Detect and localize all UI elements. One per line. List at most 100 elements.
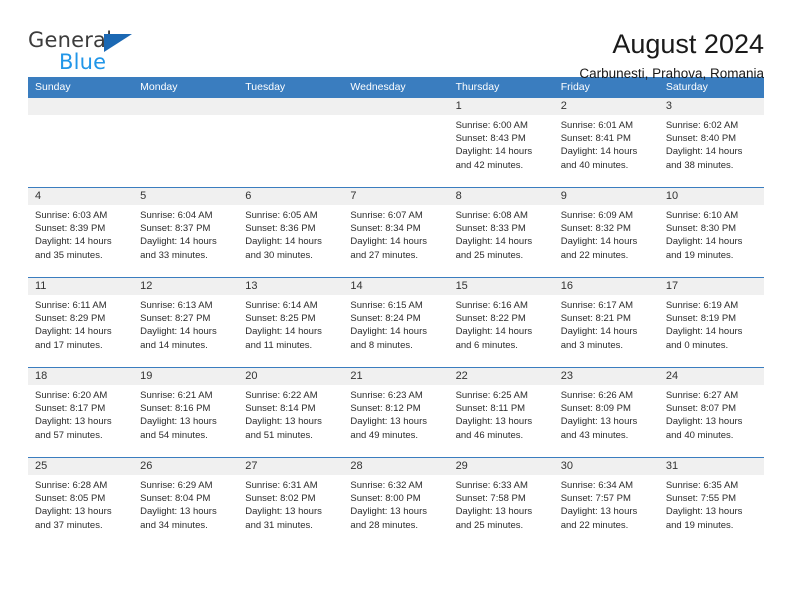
- daylight-text-line1: Daylight: 13 hours: [350, 416, 427, 428]
- day-cell[interactable]: 20 Sunrise: 6:22 AM Sunset: 8:14 PM Dayligh…: [238, 368, 344, 457]
- sunset-text: Sunset: 8:04 PM: [140, 493, 211, 505]
- day-cell[interactable]: 13 Sunrise: 6:14 AM Sunset: 8:25 PM Dayligh…: [238, 278, 344, 367]
- day-cell[interactable]: 27 Sunrise: 6:31 AM Sunset: 8:02 PM Dayligh…: [238, 458, 344, 547]
- day-cell[interactable]: 4 Sunrise: 6:03 AM Sunset: 8:39 PM Daylight…: [28, 188, 134, 277]
- day-number: [343, 98, 449, 115]
- day-number: 17: [658, 278, 764, 295]
- daylight-text-line2: and 43 minutes.: [560, 429, 629, 441]
- day-number: 3: [658, 98, 764, 115]
- page-title: August 2024: [612, 29, 764, 59]
- sunrise-text: Sunrise: 6:23 AM: [350, 390, 423, 401]
- sunset-text: Sunset: 8:30 PM: [665, 223, 737, 235]
- day-cell[interactable]: 31 Sunrise: 6:35 AM Sunset: 7:55 PM Dayligh…: [658, 458, 764, 547]
- sunset-text: Sunset: 8:29 PM: [35, 313, 106, 325]
- day-cell[interactable]: 18 Sunrise: 6:20 AM Sunset: 8:17 PM Dayligh…: [28, 368, 134, 457]
- day-cell[interactable]: 29 Sunrise: 6:33 AM Sunset: 7:58 PM Dayligh…: [448, 458, 554, 547]
- daylight-text-line2: and 19 minutes.: [665, 519, 734, 531]
- daylight-text-line2: and 51 minutes.: [245, 429, 313, 441]
- day-details: Sunrise: 6:05 AM Sunset: 8:36 PM Daylight:…: [238, 205, 343, 262]
- sunrise-text: Sunrise: 6:33 AM: [455, 480, 528, 491]
- sunset-text: Sunset: 8:05 PM: [35, 493, 106, 505]
- sunrise-text: Sunrise: 6:29 AM: [140, 480, 213, 491]
- day-cell[interactable]: 11 Sunrise: 6:11 AM Sunset: 8:29 PM Dayligh…: [28, 278, 134, 367]
- day-cell[interactable]: 3 Sunrise: 6:02 AM Sunset: 8:40 PM Daylight…: [658, 98, 764, 187]
- day-number: 7: [343, 188, 449, 205]
- day-cell[interactable]: 19 Sunrise: 6:21 AM Sunset: 8:16 PM Dayligh…: [133, 368, 239, 457]
- day-cell[interactable]: 21 Sunrise: 6:23 AM Sunset: 8:12 PM Dayligh…: [343, 368, 449, 457]
- daylight-text-line1: Daylight: 13 hours: [665, 416, 743, 428]
- day-number: [133, 98, 239, 115]
- sunrise-text: Sunrise: 6:07 AM: [350, 210, 423, 221]
- day-cell[interactable]: 12 Sunrise: 6:13 AM Sunset: 8:27 PM Dayligh…: [133, 278, 239, 367]
- day-cell[interactable]: 15 Sunrise: 6:16 AM Sunset: 8:22 PM Dayligh…: [448, 278, 554, 367]
- day-details: Sunrise: 6:02 AM Sunset: 8:40 PM Daylight:…: [659, 115, 764, 172]
- daylight-text-line2: and 37 minutes.: [35, 519, 103, 531]
- sunrise-text: Sunrise: 6:05 AM: [245, 210, 318, 221]
- day-cell[interactable]: 14 Sunrise: 6:15 AM Sunset: 8:24 PM Dayligh…: [343, 278, 449, 367]
- day-details: Sunrise: 6:31 AM Sunset: 8:02 PM Daylight:…: [238, 475, 343, 532]
- weekday-header-wednesday: Wednesday: [350, 81, 406, 93]
- daylight-text-line2: and 11 minutes.: [245, 339, 313, 351]
- day-cell[interactable]: 6 Sunrise: 6:05 AM Sunset: 8:36 PM Daylight…: [238, 188, 344, 277]
- daylight-text-line1: Daylight: 13 hours: [560, 416, 638, 428]
- day-cell[interactable]: 5 Sunrise: 6:04 AM Sunset: 8:37 PM Daylight…: [133, 188, 239, 277]
- sunrise-text: Sunrise: 6:32 AM: [350, 480, 423, 491]
- day-details: Sunrise: 6:33 AM Sunset: 7:58 PM Daylight:…: [449, 475, 554, 532]
- day-cell-empty: [343, 98, 449, 187]
- daylight-text-line2: and 40 minutes.: [665, 429, 734, 441]
- day-cell[interactable]: 17 Sunrise: 6:19 AM Sunset: 8:19 PM Dayligh…: [658, 278, 764, 367]
- day-details: Sunrise: 6:34 AM Sunset: 7:57 PM Daylight:…: [554, 475, 659, 532]
- sunrise-text: Sunrise: 6:11 AM: [35, 300, 107, 311]
- sunrise-text: Sunrise: 6:20 AM: [35, 390, 108, 401]
- sunset-text: Sunset: 8:02 PM: [245, 493, 316, 505]
- day-number: 29: [448, 458, 554, 475]
- day-number: 22: [448, 368, 554, 385]
- daylight-text-line2: and 38 minutes.: [665, 159, 734, 171]
- sunset-text: Sunset: 8:12 PM: [350, 403, 421, 415]
- daylight-text-line1: Daylight: 13 hours: [140, 506, 217, 518]
- sunrise-text: Sunrise: 6:25 AM: [455, 390, 528, 401]
- general-blue-logo[interactable]: General Blue: [28, 28, 148, 78]
- day-cell[interactable]: 2 Sunrise: 6:01 AM Sunset: 8:41 PM Daylight…: [553, 98, 659, 187]
- day-cell[interactable]: 22 Sunrise: 6:25 AM Sunset: 8:11 PM Dayligh…: [448, 368, 554, 457]
- day-cell[interactable]: 9 Sunrise: 6:09 AM Sunset: 8:32 PM Daylight…: [553, 188, 659, 277]
- daylight-text-line2: and 42 minutes.: [455, 159, 524, 171]
- day-cell[interactable]: 26 Sunrise: 6:29 AM Sunset: 8:04 PM Dayligh…: [133, 458, 239, 547]
- day-cell[interactable]: 10 Sunrise: 6:10 AM Sunset: 8:30 PM Dayligh…: [658, 188, 764, 277]
- day-number: 30: [553, 458, 659, 475]
- day-cell[interactable]: 8 Sunrise: 6:08 AM Sunset: 8:33 PM Daylight…: [448, 188, 554, 277]
- sunrise-text: Sunrise: 6:09 AM: [560, 210, 634, 221]
- calendar-weeks: 1 Sunrise: 6:00 AM Sunset: 8:43 PM Daylight…: [28, 98, 764, 547]
- day-cell[interactable]: 30 Sunrise: 6:34 AM Sunset: 7:57 PM Dayligh…: [553, 458, 659, 547]
- calendar-week-row: 11 Sunrise: 6:11 AM Sunset: 8:29 PM Dayligh…: [28, 277, 764, 367]
- day-cell[interactable]: 16 Sunrise: 6:17 AM Sunset: 8:21 PM Dayligh…: [553, 278, 659, 367]
- day-number: 14: [343, 278, 449, 295]
- day-cell[interactable]: 7 Sunrise: 6:07 AM Sunset: 8:34 PM Daylight…: [343, 188, 449, 277]
- day-number: 4: [28, 188, 134, 205]
- day-cell[interactable]: 25 Sunrise: 6:28 AM Sunset: 8:05 PM Dayligh…: [28, 458, 134, 547]
- day-cell[interactable]: 24 Sunrise: 6:27 AM Sunset: 8:07 PM Dayligh…: [658, 368, 764, 457]
- sunrise-text: Sunrise: 6:28 AM: [35, 480, 108, 491]
- sunrise-text: Sunrise: 6:14 AM: [245, 300, 318, 311]
- daylight-text-line2: and 25 minutes.: [455, 249, 524, 261]
- daylight-text-line1: Daylight: 14 hours: [245, 236, 322, 248]
- daylight-text-line2: and 14 minutes.: [140, 339, 208, 351]
- sunset-text: Sunset: 7:55 PM: [665, 493, 737, 505]
- sunset-text: Sunset: 8:14 PM: [245, 403, 316, 415]
- day-cell[interactable]: 28 Sunrise: 6:32 AM Sunset: 8:00 PM Dayligh…: [343, 458, 449, 547]
- sunrise-text: Sunrise: 6:02 AM: [665, 120, 739, 131]
- day-cell[interactable]: 23 Sunrise: 6:26 AM Sunset: 8:09 PM Dayligh…: [553, 368, 659, 457]
- day-number: 19: [133, 368, 239, 385]
- day-details: Sunrise: 6:28 AM Sunset: 8:05 PM Daylight:…: [28, 475, 133, 532]
- day-number: 20: [238, 368, 344, 385]
- daylight-text-line1: Daylight: 14 hours: [350, 326, 427, 338]
- daylight-text-line2: and 22 minutes.: [560, 249, 629, 261]
- sunrise-text: Sunrise: 6:04 AM: [140, 210, 213, 221]
- day-number: 6: [238, 188, 344, 205]
- daylight-text-line1: Daylight: 13 hours: [455, 416, 533, 428]
- calendar-week-row: 1 Sunrise: 6:00 AM Sunset: 8:43 PM Daylight…: [28, 98, 764, 187]
- day-cell[interactable]: 1 Sunrise: 6:00 AM Sunset: 8:43 PM Daylight…: [448, 98, 554, 187]
- daylight-text-line2: and 46 minutes.: [455, 429, 524, 441]
- calendar-page: General Blue August 2024 Carbunesti, Pra…: [0, 0, 792, 612]
- day-number: 12: [133, 278, 239, 295]
